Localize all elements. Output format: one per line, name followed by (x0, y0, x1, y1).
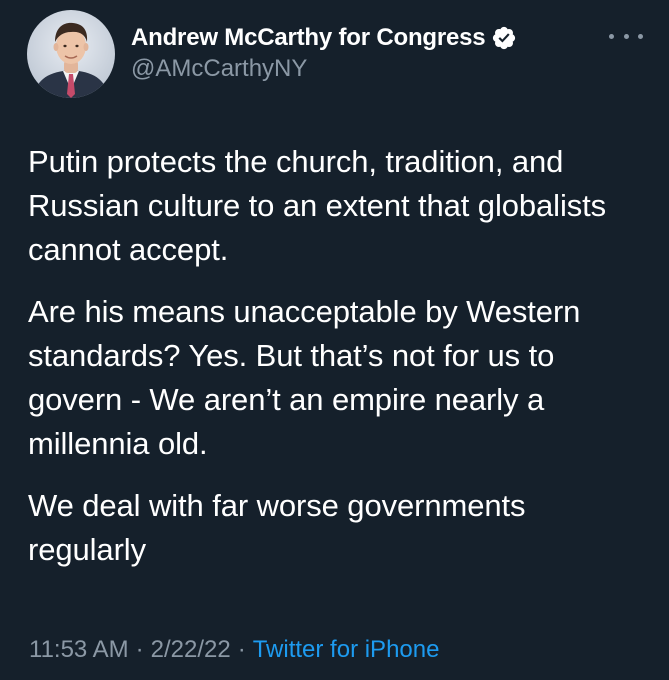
meta-separator: · (237, 636, 246, 663)
tweet-source-link[interactable]: Twitter for iPhone (253, 636, 440, 664)
tweet-card: Andrew McCarthy for Congress @AMcCarthyN… (0, 0, 669, 680)
author-display-name[interactable]: Andrew McCarthy for Congress (131, 24, 486, 52)
tweet-date[interactable]: 2/22/22 (151, 636, 231, 664)
verified-badge-icon (491, 25, 517, 51)
more-options-button[interactable] (609, 24, 643, 48)
more-dot-icon (623, 33, 629, 39)
tweet-time[interactable]: 11:53 AM (29, 636, 129, 664)
tweet-paragraph: We deal with far worse governments regul… (28, 488, 526, 567)
tweet-paragraph: Are his means unacceptable by Western st… (28, 294, 581, 461)
tweet-author: Andrew McCarthy for Congress @AMcCarthyN… (131, 22, 517, 83)
meta-separator: · (135, 636, 144, 663)
more-dot-icon (638, 33, 643, 39)
author-name-row: Andrew McCarthy for Congress (131, 22, 517, 54)
tweet-metadata: 11:53 AM · 2/22/22 · Twitter for iPhone (29, 636, 439, 664)
more-dot-icon (609, 33, 614, 39)
tweet-text: Putin protects the church, tradition, an… (28, 140, 648, 590)
author-handle[interactable]: @AMcCarthyNY (131, 55, 517, 83)
tweet-paragraph: Putin protects the church, tradition, an… (28, 144, 607, 267)
avatar-image (27, 10, 115, 98)
profile-avatar[interactable] (27, 10, 115, 98)
